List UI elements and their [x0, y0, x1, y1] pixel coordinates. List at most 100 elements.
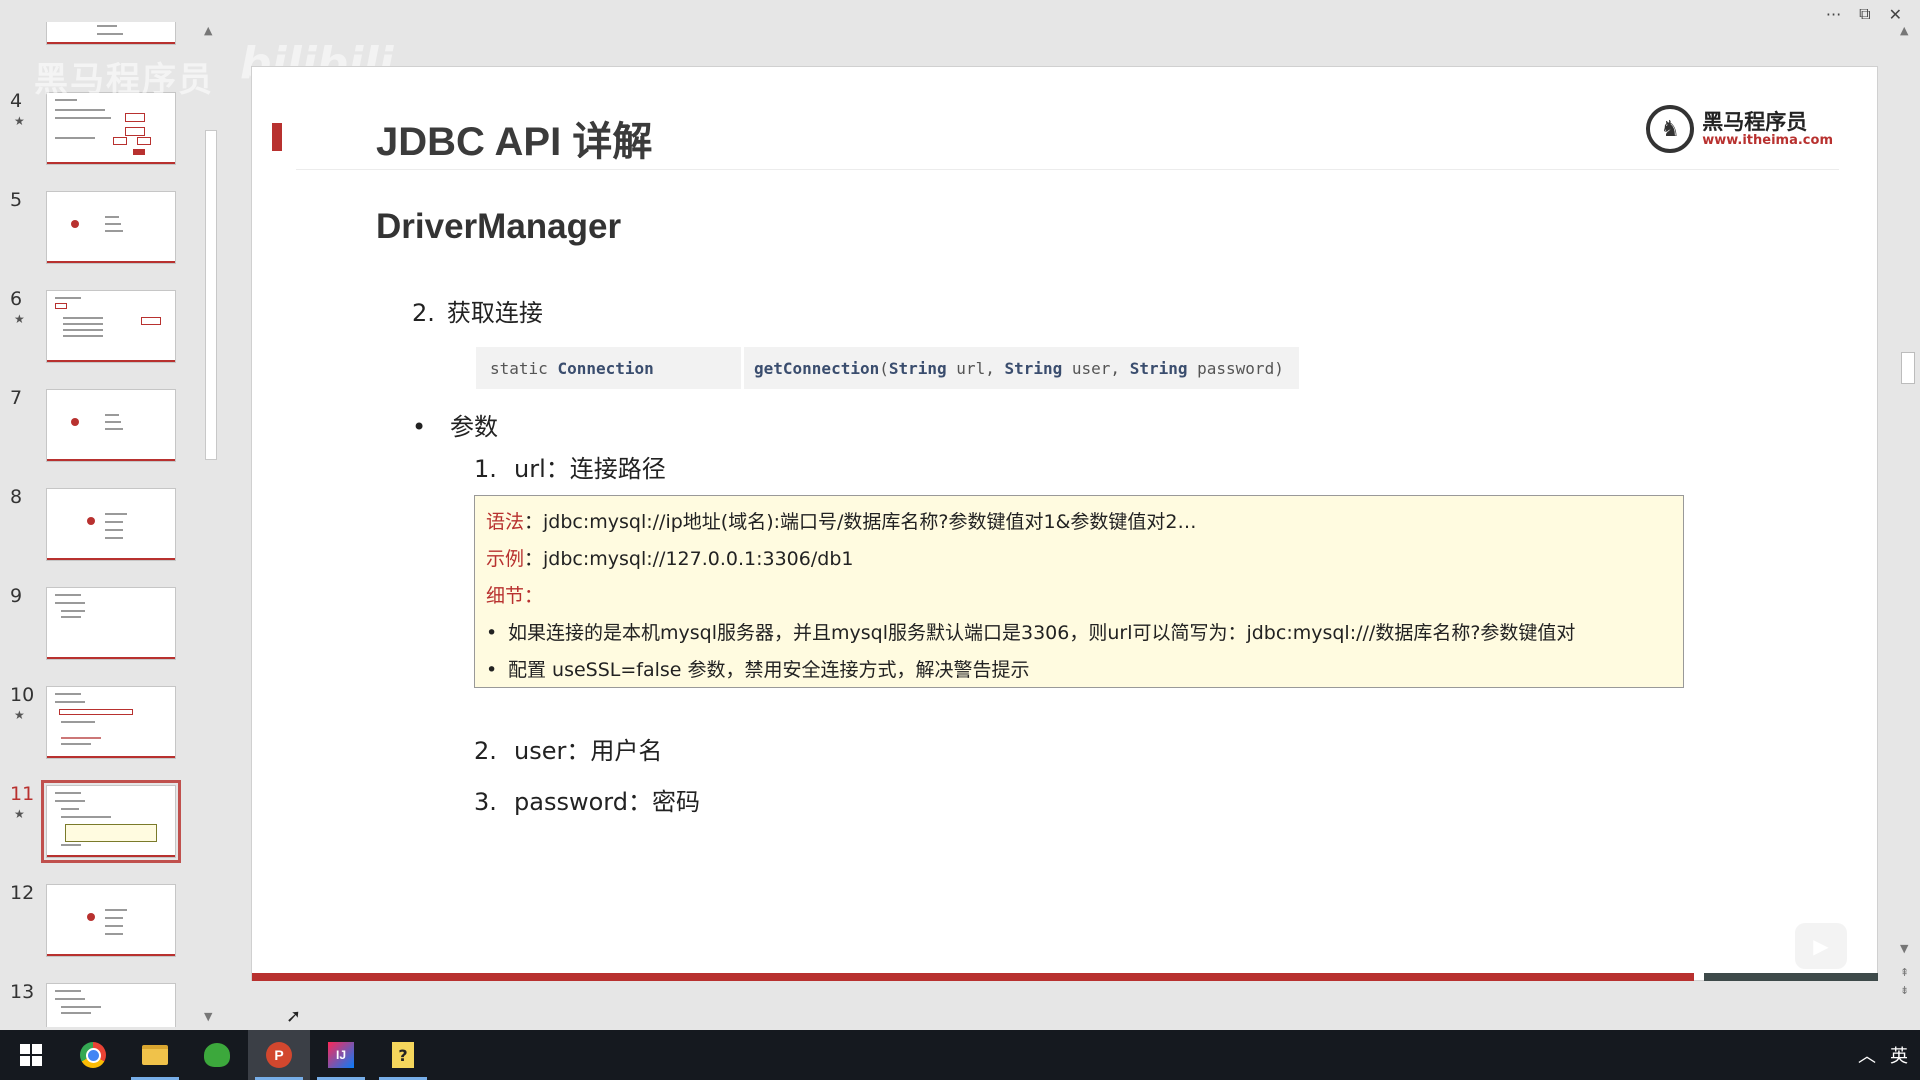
slide-number: 12 — [10, 882, 35, 904]
scrollbar-handle[interactable] — [205, 130, 217, 460]
params-label: 参数 — [450, 413, 498, 441]
windows-start-button[interactable] — [0, 1030, 62, 1080]
footer-bar — [252, 973, 1694, 981]
slide-thumbnail-selected[interactable] — [41, 780, 181, 863]
windows-logo-icon — [20, 1044, 42, 1066]
detail-bullet-text: 如果连接的是本机mysql服务器，并且mysql服务默认端口是3306，则url… — [508, 622, 1576, 644]
param-item: 2. user：用户名 — [474, 731, 662, 766]
star-icon: ★ — [14, 312, 25, 326]
step-number: 2. — [412, 299, 435, 327]
slide-number: 7 — [10, 387, 23, 409]
chrome-icon — [80, 1042, 106, 1068]
slide-number: 9 — [10, 585, 23, 607]
thumbnail-row[interactable]: 13 — [0, 981, 190, 1027]
sourcetree-taskbar-button[interactable] — [186, 1030, 248, 1080]
logo-name: 黑马程序员 — [1702, 109, 1808, 134]
mouse-cursor-icon: ➚ — [286, 1006, 302, 1027]
slide-thumbnail[interactable] — [46, 983, 176, 1027]
param-number: 1. — [474, 455, 497, 483]
slide-thumbnail[interactable] — [46, 22, 176, 45]
logo-url: www.itheima.com — [1702, 132, 1833, 148]
detail-bullet: • 配置 useSSL=false 参数，禁用安全连接方式，解决警告提示 — [486, 659, 1030, 681]
chrome-taskbar-button[interactable] — [62, 1030, 124, 1080]
restore-window-icon[interactable]: ⧉ — [1859, 4, 1870, 24]
slide-thumbnail[interactable] — [46, 290, 176, 363]
detail-colon: ： — [524, 585, 544, 607]
syntax-line: 语法：jdbc:mysql://ip地址(域名):端口号/数据库名称?参数键值对… — [486, 504, 1672, 541]
notes-taskbar-button[interactable]: ? — [372, 1030, 434, 1080]
slide-number: 4 — [10, 90, 23, 112]
star-icon: ★ — [14, 708, 25, 722]
params-bullet: • 参数 — [412, 413, 498, 441]
ime-indicator[interactable]: 英 — [1890, 1042, 1908, 1068]
slide-number: 11 — [10, 783, 35, 805]
company-logo: ♞ 黑马程序员 www.itheima.com — [1646, 105, 1833, 153]
param-type: String — [1129, 358, 1188, 378]
step-heading: 2. 获取连接 — [412, 293, 543, 328]
slide-thumbnail[interactable] — [46, 884, 176, 957]
param-text: url：连接路径 — [514, 455, 666, 483]
slide-thumbnail[interactable] — [46, 488, 176, 561]
param-name: user, — [1062, 358, 1130, 378]
thumbnail-row[interactable]: 6 ★ — [0, 288, 190, 370]
title-divider — [296, 169, 1839, 170]
thumbnail-row[interactable]: 9 — [0, 585, 190, 667]
paren: ( — [879, 358, 889, 378]
star-icon: ★ — [14, 807, 25, 821]
signature-method-cell: getConnection(String url, String user, S… — [744, 347, 1299, 389]
next-slide-icon[interactable]: ⇟ — [1900, 984, 1909, 997]
scroll-down-icon[interactable]: ▼ — [1900, 942, 1908, 955]
thumbnail-row[interactable]: 12 — [0, 882, 190, 964]
slide-number: 5 — [10, 189, 23, 211]
footer-bar-dark — [1704, 973, 1878, 981]
example-line: 示例：jdbc:mysql://127.0.0.1:3306/db1 — [486, 541, 1672, 578]
scroll-up-icon[interactable]: ▲ — [204, 24, 212, 37]
thumbnail-row[interactable]: 8 — [0, 486, 190, 568]
intellij-taskbar-button[interactable]: IJ — [310, 1030, 372, 1080]
play-icon[interactable]: ▶ — [1795, 923, 1847, 969]
param-item: 3. password：密码 — [474, 782, 700, 817]
slide-thumbnail[interactable] — [46, 389, 176, 462]
slide-number: 10 — [10, 684, 35, 706]
detail-bullet-text: 配置 useSSL=false 参数，禁用安全连接方式，解决警告提示 — [508, 659, 1030, 681]
slide-thumbnail[interactable] — [46, 686, 176, 759]
frog-app-icon — [204, 1043, 230, 1067]
watermark-text: 黑马程序员 — [34, 60, 214, 100]
thumbnail-row[interactable]: 11 ★ — [0, 780, 190, 865]
more-options-icon[interactable]: ··· — [1826, 5, 1841, 24]
scroll-up-icon[interactable]: ▲ — [1900, 24, 1908, 37]
taskbar: P IJ ? ︿ 英 — [0, 1030, 1920, 1080]
return-type: Connection — [557, 358, 654, 378]
thumbnail-row[interactable]: 7 — [0, 387, 190, 469]
sticky-note-icon: ? — [392, 1042, 414, 1068]
chevron-up-icon[interactable]: ︿ — [1858, 1042, 1876, 1068]
thumbnail-row[interactable]: 5 — [0, 189, 190, 271]
method-name: getConnection — [754, 358, 880, 378]
param-item: 1. url：连接路径 — [474, 449, 666, 484]
syntax-text: ：jdbc:mysql://ip地址(域名):端口号/数据库名称?参数键值对1&… — [524, 511, 1197, 533]
powerpoint-taskbar-button[interactable]: P — [248, 1030, 310, 1080]
param-type: String — [888, 358, 947, 378]
close-icon[interactable]: ✕ — [1889, 5, 1902, 24]
param-text: user：用户名 — [514, 737, 663, 765]
example-text: ：jdbc:mysql://127.0.0.1:3306/db1 — [524, 548, 854, 570]
slide-canvas: JDBC API 详解 ♞ 黑马程序员 www.itheima.com Driv… — [251, 66, 1878, 981]
signature-modifier-cell: static Connection — [476, 347, 741, 389]
slide-number: 8 — [10, 486, 23, 508]
scrollbar-handle[interactable] — [1901, 352, 1915, 384]
step-text: 获取连接 — [446, 299, 543, 327]
slide-scrollbar[interactable]: ▲ ▼ ⇞ ⇟ — [1898, 22, 1918, 1027]
slide-thumbnail[interactable] — [46, 191, 176, 264]
url-info-box: 语法：jdbc:mysql://ip地址(域名):端口号/数据库名称?参数键值对… — [474, 495, 1684, 688]
slide-thumbnail[interactable] — [46, 587, 176, 660]
example-label: 示例 — [486, 548, 525, 570]
previous-slide-icon[interactable]: ⇞ — [1900, 966, 1909, 979]
section-heading: DriverManager — [376, 207, 622, 246]
scroll-down-icon[interactable]: ▼ — [204, 1010, 212, 1023]
horse-logo-icon: ♞ — [1646, 105, 1695, 153]
slide-thumbnail[interactable] — [46, 92, 176, 165]
thumbnail-row[interactable]: 10 ★ — [0, 684, 190, 766]
file-explorer-taskbar-button[interactable] — [124, 1030, 186, 1080]
thumbnail-scrollbar[interactable]: ▲ ▼ — [202, 22, 220, 1027]
thumbnail-row[interactable]: 4 ★ — [0, 90, 190, 172]
